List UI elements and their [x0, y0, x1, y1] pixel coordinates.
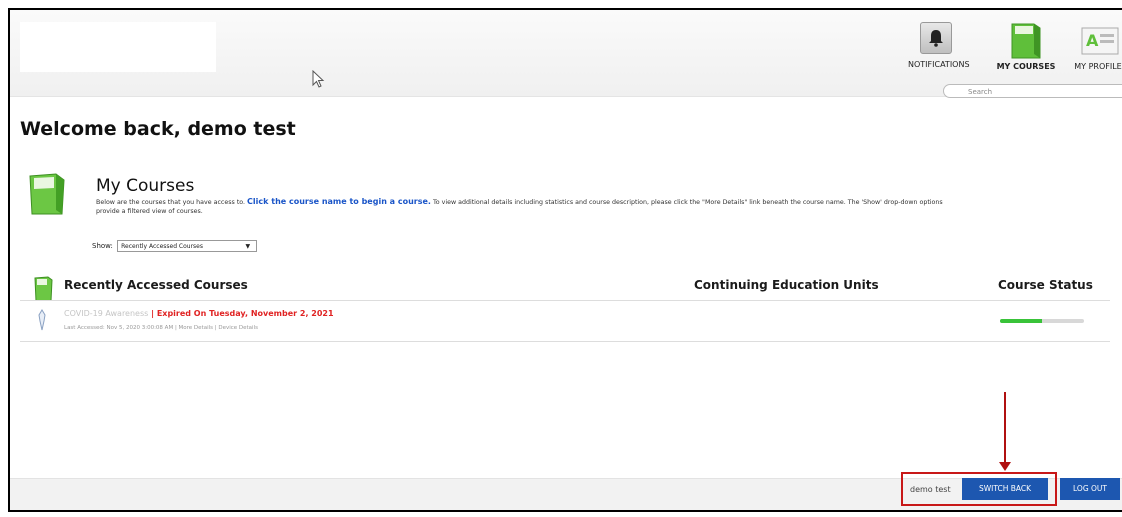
course-title-line: COVID-19 Awareness | Expired On Tuesday,… — [64, 309, 334, 318]
annotation-highlight-box — [901, 472, 1057, 506]
course-name-link[interactable]: COVID-19 Awareness — [64, 309, 148, 318]
column-header-course-status: Course Status — [998, 278, 1093, 292]
nav-notifications-label: NOTIFICATIONS — [908, 60, 970, 69]
column-header-ceu: Continuing Education Units — [694, 278, 879, 292]
pin-icon[interactable] — [34, 309, 50, 331]
nav-my-courses[interactable]: MY COURSES — [990, 22, 1062, 71]
show-dropdown-value: Recently Accessed Courses — [121, 243, 203, 250]
nav-notifications[interactable]: NOTIFICATIONS — [908, 22, 970, 69]
book-icon — [1011, 23, 1041, 59]
profile-card-icon: A — [1081, 27, 1119, 55]
app-window: NOTIFICATIONS MY COURSES A MY PROFILE Se… — [8, 8, 1122, 512]
desc-suffix: To view additional details including sta… — [430, 199, 943, 206]
course-row: COVID-19 Awareness | Expired On Tuesday,… — [20, 300, 1110, 342]
course-progress-bar — [1000, 319, 1084, 323]
my-courses-book-icon — [29, 173, 65, 215]
annotation-arrow-line — [1004, 392, 1006, 464]
nav-my-profile-label: MY PROFILE — [1074, 62, 1122, 71]
nav-my-courses-label: MY COURSES — [996, 62, 1056, 71]
logo-area — [20, 22, 216, 72]
desc-link: Click the course name to begin a course. — [247, 197, 431, 206]
show-dropdown[interactable]: Recently Accessed Courses ▼ — [117, 240, 258, 252]
bell-icon — [920, 22, 952, 54]
expired-status: Expired On Tuesday, November 2, 2021 — [156, 309, 334, 318]
nav-my-profile[interactable]: A MY PROFILE — [1068, 22, 1122, 71]
svg-text:A: A — [1086, 31, 1099, 50]
show-filter: Show: Recently Accessed Courses ▼ — [92, 240, 258, 252]
desc-line2: provide a filtered view of courses. — [96, 207, 203, 215]
welcome-heading: Welcome back, demo test — [20, 118, 296, 140]
show-label: Show: — [92, 242, 113, 250]
mouse-cursor-icon — [312, 70, 325, 88]
my-courses-title: My Courses — [96, 176, 195, 196]
desc-prefix: Below are the courses that you have acce… — [96, 199, 248, 206]
chevron-down-icon: ▼ — [245, 243, 251, 250]
course-separator: | — [148, 309, 157, 318]
recent-courses-book-icon — [34, 276, 53, 302]
log-out-button[interactable]: LOG OUT — [1060, 478, 1120, 500]
annotation-arrow-head — [999, 462, 1011, 471]
search-input[interactable]: Search — [943, 84, 1122, 98]
course-progress-fill — [1000, 319, 1042, 323]
course-meta[interactable]: Last Accessed: Nov 5, 2020 3:00:08 AM | … — [64, 325, 258, 331]
my-courses-description: Below are the courses that you have acce… — [96, 197, 1122, 216]
column-header-recent-courses: Recently Accessed Courses — [64, 278, 248, 292]
